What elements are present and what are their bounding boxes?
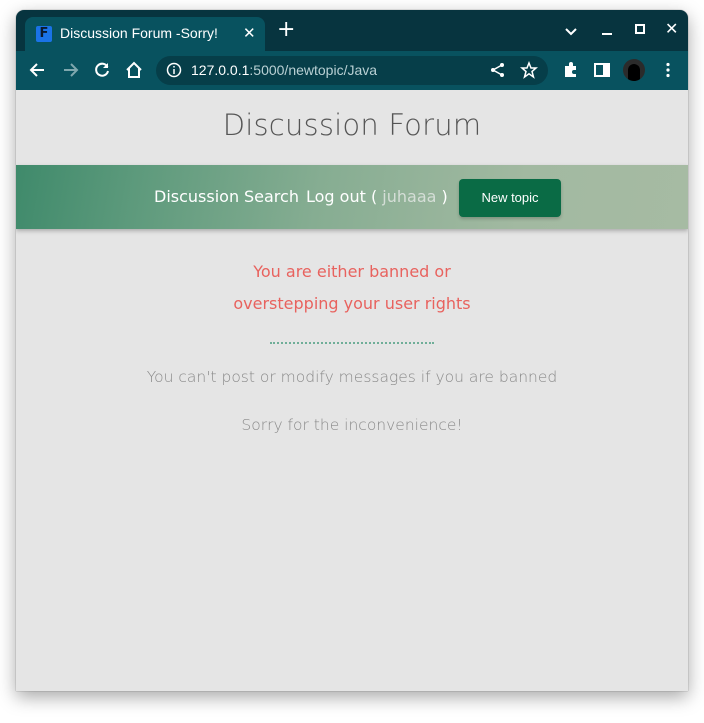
error-line-2: overstepping your user rights: [233, 294, 471, 313]
extensions-puzzle-icon[interactable]: [561, 60, 581, 80]
error-line-1: You are either banned or: [253, 262, 451, 281]
nav-logout-link[interactable]: Log out ( juhaaa ): [306, 187, 448, 206]
new-topic-button[interactable]: New topic: [459, 179, 561, 217]
tab-search-chevron-icon[interactable]: [564, 22, 578, 41]
browser-toolbar: 127.0.0.1:5000/newtopic/Java: [16, 51, 688, 90]
nav-discussion-link[interactable]: Discussion: [154, 187, 239, 206]
menu-kebab-icon[interactable]: [658, 60, 678, 80]
site-navbar: Discussion Search Log out ( juhaaa ) New…: [16, 165, 688, 229]
url-text[interactable]: 127.0.0.1:5000/newtopic/Java: [191, 62, 377, 78]
nav-search-link[interactable]: Search: [244, 187, 299, 206]
nav-username: juhaaa: [382, 187, 437, 206]
share-icon[interactable]: [489, 61, 509, 81]
tab-close-icon[interactable]: ✕: [243, 24, 256, 42]
reload-icon[interactable]: [92, 60, 112, 80]
home-icon[interactable]: [124, 60, 144, 80]
dotted-divider: [270, 342, 434, 344]
ban-info-message: You can't post or modify messages if you…: [146, 368, 558, 386]
site-info-icon[interactable]: [166, 62, 182, 82]
forward-arrow-icon[interactable]: [60, 60, 80, 80]
maximize-button[interactable]: [635, 24, 645, 34]
tab-title: Discussion Forum -Sorry!: [60, 25, 218, 41]
logout-label: Log out (: [306, 187, 378, 206]
logout-close-paren: ): [441, 187, 448, 206]
profile-avatar[interactable]: [623, 59, 645, 81]
url-path: :5000/newtopic/Java: [249, 62, 378, 78]
site-title: Discussion Forum: [222, 108, 482, 142]
browser-window: F Discussion Forum -Sorry! ✕ + ✕ 127.0.0…: [16, 10, 688, 691]
apology-message: Sorry for the inconvenience!: [241, 416, 463, 434]
tab-strip: F Discussion Forum -Sorry! ✕ + ✕: [16, 10, 688, 51]
minimize-button[interactable]: [602, 33, 612, 35]
bookmark-star-icon[interactable]: [520, 60, 540, 81]
browser-tab[interactable]: F Discussion Forum -Sorry! ✕: [25, 17, 265, 51]
address-bar[interactable]: 127.0.0.1:5000/newtopic/Java: [156, 56, 548, 85]
back-arrow-icon[interactable]: [28, 60, 48, 80]
new-tab-button[interactable]: +: [277, 19, 295, 41]
close-window-button[interactable]: ✕: [665, 19, 678, 38]
site-favicon: F: [36, 26, 52, 42]
page-content: Discussion Forum Discussion Search Log o…: [16, 90, 688, 691]
url-host: 127.0.0.1: [191, 62, 250, 78]
side-panel-icon[interactable]: [592, 60, 612, 80]
